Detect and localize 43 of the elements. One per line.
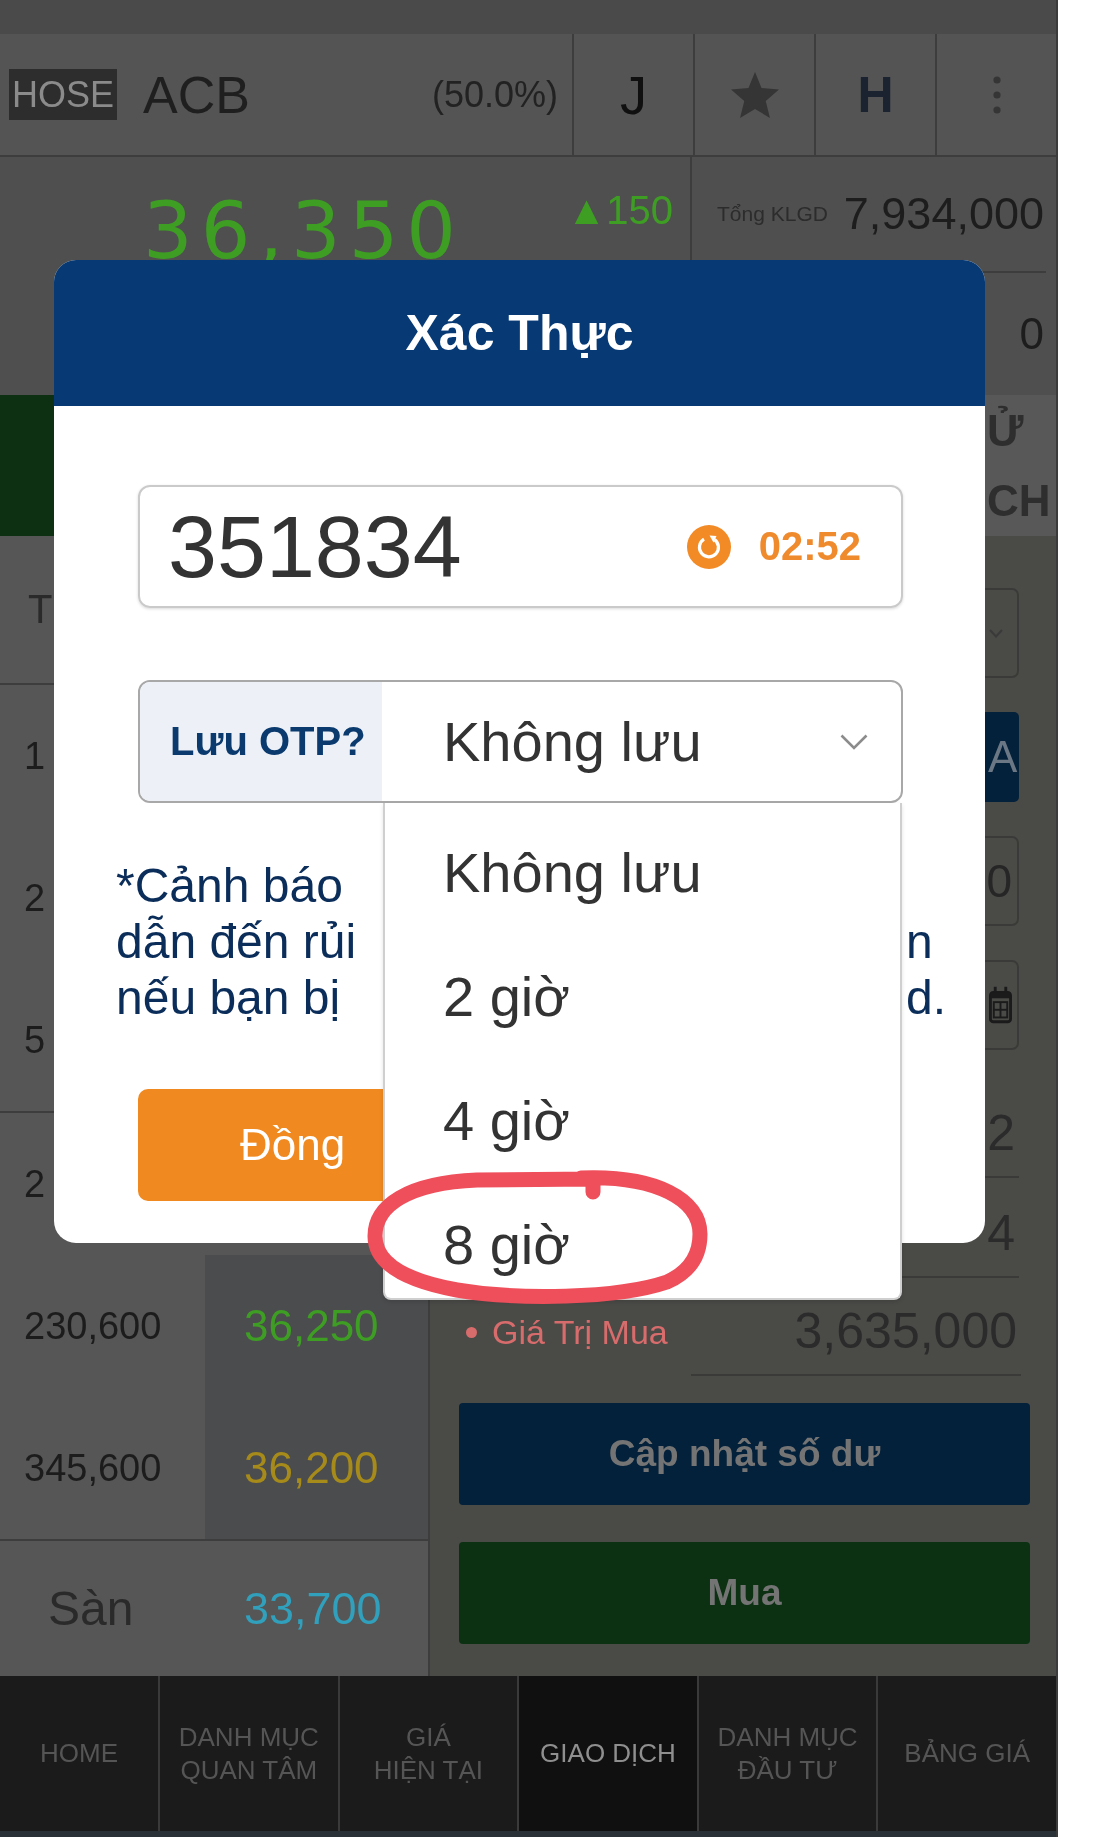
nav-item[interactable]: BẢNG GIÁ xyxy=(876,1676,1056,1831)
price-change: ▲150 xyxy=(566,192,673,228)
duration-select[interactable]: Không lưu xyxy=(382,682,901,801)
volume-text: 2 xyxy=(24,876,46,920)
form-button[interactable]: A xyxy=(985,712,1019,802)
tab[interactable] xyxy=(0,395,54,536)
chevron-icon xyxy=(840,733,868,750)
countdown-text: 02:52 xyxy=(758,524,861,569)
dot-icon xyxy=(466,1326,477,1338)
star-icon xyxy=(730,71,779,118)
warning-text: n xyxy=(906,915,933,968)
toolbar-button[interactable]: J xyxy=(572,34,693,155)
warning-text: *Cảnh báo xyxy=(116,859,343,912)
dropdown-option[interactable]: 2 giờ xyxy=(385,927,900,1051)
nav-item[interactable]: HOME xyxy=(0,1676,158,1831)
buy-button[interactable]: Mua xyxy=(459,1542,1030,1644)
dropdown-option[interactable]: 4 giờ xyxy=(385,1051,900,1175)
nav-item[interactable]: DANH MỤC ĐẦU TƯ xyxy=(696,1676,877,1831)
summary-label: Giá Trị Mua xyxy=(492,1312,668,1352)
price-cell: 36,200 xyxy=(205,1397,428,1539)
warning-text: dẫn đến rủi xyxy=(116,915,357,968)
price-cell: 36,250 xyxy=(205,1255,428,1397)
save-otp-label: Lưu OTP? xyxy=(140,682,382,801)
floor-price: 33,700 xyxy=(244,1582,382,1635)
warning-text: d. xyxy=(906,971,947,1024)
volume-text: 1 xyxy=(24,734,46,778)
more-icon xyxy=(992,75,1001,114)
dialog-title: Xác Thực xyxy=(405,304,634,362)
otp-field[interactable]: 351834 02:52 xyxy=(138,485,903,608)
volume-text: 230,600 xyxy=(24,1304,162,1348)
dropdown-option[interactable]: Không lưu xyxy=(385,803,900,927)
refresh-icon[interactable] xyxy=(686,524,731,569)
nav-item[interactable]: GIAO DỊCH xyxy=(517,1676,697,1831)
exchange-badge: HOSE xyxy=(9,69,118,120)
volume-text: 5 xyxy=(24,1018,46,1062)
update-balance-button[interactable]: Cập nhật số dư xyxy=(459,1403,1030,1505)
calendar-icon xyxy=(989,986,1012,1024)
nav-item[interactable]: DANH MỤC QUAN TÂM xyxy=(158,1676,338,1831)
warning-text: nếu bạn bị xyxy=(116,971,341,1024)
volume-text: 345,600 xyxy=(24,1446,162,1490)
toolbar-button[interactable]: H xyxy=(814,34,935,155)
confirm-button[interactable]: Đồng xyxy=(138,1089,383,1201)
volume-text: 2 xyxy=(24,1162,46,1206)
